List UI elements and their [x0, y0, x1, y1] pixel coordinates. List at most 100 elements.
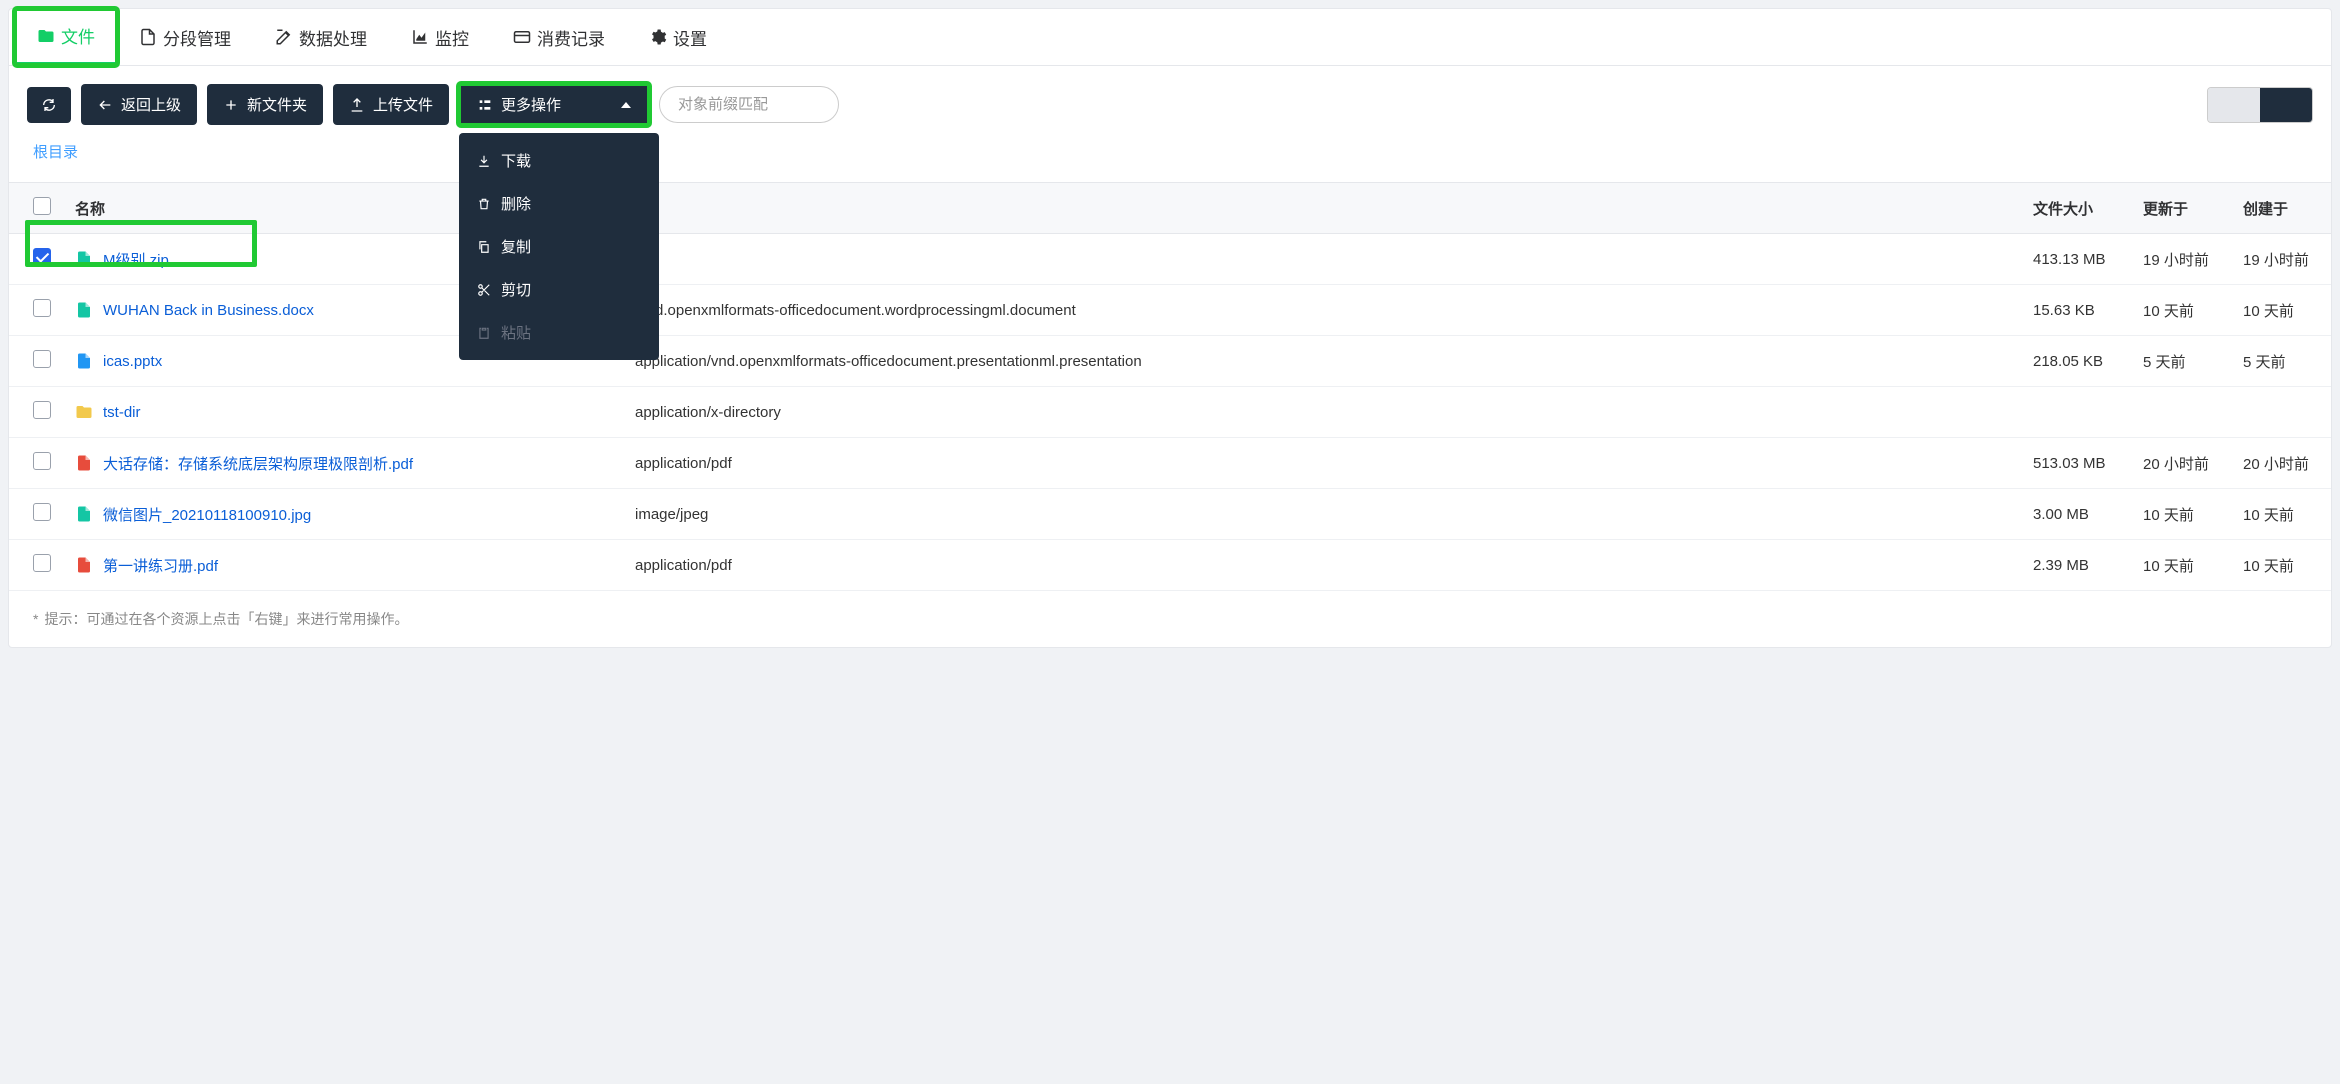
new-folder-button[interactable]: 新文件夹	[207, 84, 323, 125]
copy-icon	[477, 240, 491, 254]
row-checkbox[interactable]	[33, 503, 51, 521]
mime-type: application/pdf	[623, 540, 2021, 591]
tab-label: 数据处理	[299, 25, 367, 50]
plus-icon	[223, 97, 239, 113]
mime-type: image/jpeg	[623, 489, 2021, 540]
tab-billing[interactable]: 消费记录	[491, 9, 627, 65]
table-row[interactable]: 大话存储：存储系统底层架构原理极限剖析.pdf application/pdf51…	[9, 438, 2331, 489]
menu-label: 删除	[501, 193, 531, 214]
tab-monitoring[interactable]: 监控	[389, 9, 491, 65]
file-archive-icon	[75, 250, 93, 268]
column-header-size[interactable]: 文件大小	[2021, 183, 2131, 234]
file-name[interactable]: WUHAN Back in Business.docx	[103, 302, 314, 319]
file-size: 15.63 KB	[2021, 285, 2131, 336]
menu-delete[interactable]: 删除	[459, 182, 659, 225]
tab-label: 监控	[435, 25, 469, 50]
scissors-icon	[477, 283, 491, 297]
pencil-square-icon	[275, 28, 293, 46]
chart-area-icon	[411, 28, 429, 46]
toolbar: 返回上级 新文件夹 上传文件 更多操作	[9, 66, 2331, 125]
created-at: 5 天前	[2231, 336, 2331, 387]
view-list-button[interactable]	[2208, 88, 2260, 122]
table-row[interactable]: M级别.zip/zip413.13 MB19 小时前19 小时前	[9, 234, 2331, 285]
upload-button[interactable]: 上传文件	[333, 84, 449, 125]
menu-label: 复制	[501, 236, 531, 257]
menu-download[interactable]: 下载	[459, 139, 659, 182]
updated-at	[2131, 387, 2231, 438]
refresh-button[interactable]	[27, 87, 71, 123]
table-row[interactable]: 微信图片_20210118100910.jpgimage/jpeg3.00 MB…	[9, 489, 2331, 540]
view-grid-button[interactable]	[2260, 88, 2312, 122]
tab-data-processing[interactable]: 数据处理	[253, 9, 389, 65]
button-label: 返回上级	[121, 94, 181, 115]
file-name[interactable]: 微信图片_20210118100910.jpg	[103, 504, 311, 525]
created-at: 10 天前	[2231, 489, 2331, 540]
row-checkbox[interactable]	[33, 350, 51, 368]
breadcrumb: 根目录	[9, 125, 2331, 170]
view-toggle	[2207, 87, 2313, 123]
row-checkbox[interactable]	[33, 299, 51, 317]
credit-card-icon	[513, 28, 531, 46]
back-button[interactable]: 返回上级	[81, 84, 197, 125]
column-header-mime	[623, 183, 2021, 234]
mime-type: application/pdf	[623, 438, 2021, 489]
prefix-search-input[interactable]	[659, 86, 839, 123]
row-checkbox[interactable]	[33, 452, 51, 470]
table-row[interactable]: WUHAN Back in Business.docx/vnd.openxmlf…	[9, 285, 2331, 336]
column-header-created[interactable]: 创建于	[2231, 183, 2331, 234]
tab-segments[interactable]: 分段管理	[117, 9, 253, 65]
file-name[interactable]: icas.pptx	[103, 353, 162, 370]
updated-at: 20 小时前	[2131, 438, 2231, 489]
tab-label: 文件	[61, 23, 95, 48]
tab-files[interactable]: 文件	[15, 9, 117, 65]
created-at: 20 小时前	[2231, 438, 2331, 489]
download-icon	[477, 154, 491, 168]
tab-label: 设置	[673, 25, 707, 50]
file-name[interactable]: 第一讲练习册.pdf	[103, 555, 218, 576]
menu-cut[interactable]: 剪切	[459, 268, 659, 311]
file-name[interactable]: M级别.zip	[103, 249, 169, 270]
updated-at: 19 小时前	[2131, 234, 2231, 285]
file-icon	[139, 28, 157, 46]
file-name[interactable]: 大话存储：存储系统底层架构原理极限剖析.pdf	[103, 453, 413, 474]
menu-label: 剪切	[501, 279, 531, 300]
table-row[interactable]: 第一讲练习册.pdfapplication/pdf2.39 MB10 天前10 …	[9, 540, 2331, 591]
more-actions-button[interactable]: 更多操作	[459, 84, 649, 125]
tab-label: 分段管理	[163, 25, 231, 50]
created-at: 10 天前	[2231, 285, 2331, 336]
table-row[interactable]: icas.pptx application/vnd.openxmlformats-…	[9, 336, 2331, 387]
row-checkbox[interactable]	[33, 401, 51, 419]
table-row[interactable]: tst-dirapplication/x-directory	[9, 387, 2331, 438]
tab-settings[interactable]: 设置	[627, 9, 729, 65]
file-powerpoint-icon	[75, 352, 93, 370]
updated-at: 10 天前	[2131, 489, 2231, 540]
select-all-checkbox[interactable]	[33, 197, 51, 215]
file-size: 2.39 MB	[2021, 540, 2131, 591]
button-label: 新文件夹	[247, 94, 307, 115]
more-actions-dropdown: 下载 删除 复制 剪切	[459, 133, 659, 360]
updated-at: 10 天前	[2131, 540, 2231, 591]
upload-icon	[349, 97, 365, 113]
folder-solid-icon	[75, 403, 93, 421]
file-size: 513.03 MB	[2021, 438, 2131, 489]
row-checkbox[interactable]	[33, 248, 51, 266]
column-header-updated[interactable]: 更新于	[2131, 183, 2231, 234]
grid-icon	[2278, 97, 2294, 113]
arrow-left-icon	[97, 97, 113, 113]
updated-at: 10 天前	[2131, 285, 2231, 336]
mime-type: /vnd.openxmlformats-officedocument.wordp…	[623, 285, 2021, 336]
menu-paste: 粘贴	[459, 311, 659, 354]
list-squares-icon	[477, 97, 493, 113]
mime-type: /zip	[623, 234, 2021, 285]
file-name[interactable]: tst-dir	[103, 404, 141, 421]
file-image-icon	[75, 505, 93, 523]
tab-label: 消费记录	[537, 25, 605, 50]
menu-copy[interactable]: 复制	[459, 225, 659, 268]
updated-at: 5 天前	[2131, 336, 2231, 387]
row-checkbox[interactable]	[33, 554, 51, 572]
created-at: 19 小时前	[2231, 234, 2331, 285]
file-pdf-icon	[75, 556, 93, 574]
created-at: 10 天前	[2231, 540, 2331, 591]
breadcrumb-root[interactable]: 根目录	[33, 144, 78, 161]
mime-type: application/vnd.openxmlformats-officedoc…	[623, 336, 2021, 387]
